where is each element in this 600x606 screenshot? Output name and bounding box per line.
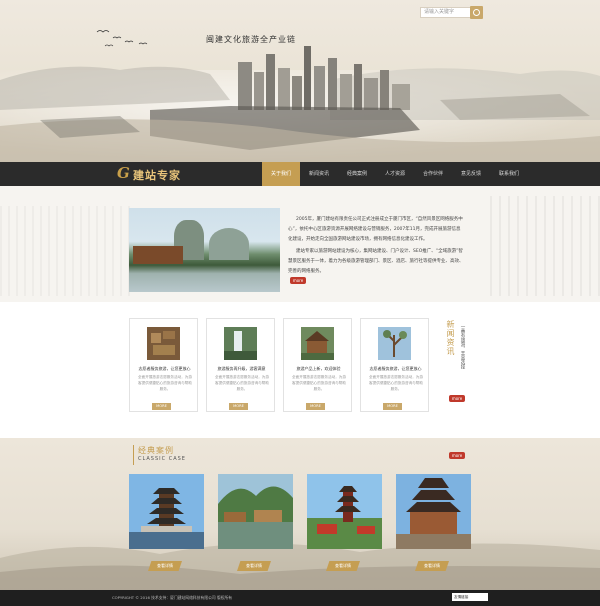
about-more-button[interactable]: more xyxy=(290,277,306,284)
header-banner: 请输入关键字 闽建文化旅游全产业链 xyxy=(0,0,600,162)
news-more-button[interactable]: MORE xyxy=(152,403,171,410)
case-detail-button[interactable]: 查看详情 xyxy=(326,561,360,571)
search-button[interactable] xyxy=(470,6,483,19)
nav-item-contact[interactable]: 联系我们 xyxy=(490,162,528,186)
photo-riverside-house xyxy=(133,246,183,264)
photo-mountain xyxy=(209,228,249,260)
case-more-link[interactable]: more xyxy=(449,452,465,459)
news-more-link[interactable]: more xyxy=(449,395,465,402)
news-card[interactable]: 志愿者服务旅游，让您更放心 全面开展旅游志愿服务活动，为游客提供便捷贴心的旅游咨… xyxy=(360,318,429,412)
news-thumbnail xyxy=(224,327,257,360)
city-skyline-illustration xyxy=(0,46,600,162)
news-more-button[interactable]: MORE xyxy=(383,403,402,410)
case-landscape-background xyxy=(0,543,600,590)
news-desc: 全面开展旅游志愿服务活动，为游客提供便捷贴心的旅游咨询与帮助服务。 xyxy=(292,375,346,391)
news-title[interactable]: 旅游产品上新，欢迎体验 xyxy=(288,366,349,372)
nav-item-partners[interactable]: 合作伙伴 xyxy=(414,162,452,186)
news-desc: 全面开展旅游志愿服务活动，为游客提供便捷贴心的旅游咨询与帮助服务。 xyxy=(138,375,192,391)
about-description: 2005年，厦门建站有限责任公司正式注册成立于厦门市区，“自然风景区网络服务中心… xyxy=(288,215,464,279)
building-sketch-left xyxy=(0,206,130,296)
nav-item-about[interactable]: 关于我们 xyxy=(262,162,300,186)
news-side-subtitle: 一番有旅游，丰富选择 xyxy=(460,324,465,369)
news-side-title: 新闻资讯 xyxy=(446,320,455,356)
news-thumbnail xyxy=(147,327,180,360)
news-card[interactable]: 旅游产品上新，欢迎体验 全面开展旅游志愿服务活动，为游客提供便捷贴心的旅游咨询与… xyxy=(283,318,352,412)
case-card-tower[interactable] xyxy=(307,474,382,549)
site-footer xyxy=(0,590,600,606)
building-sketch-right xyxy=(490,196,600,296)
news-card[interactable]: 旅游服务再升级，游客满意 全面开展旅游志愿服务活动，为游客提供便捷贴心的旅游咨询… xyxy=(206,318,275,412)
drum-tower-photo xyxy=(396,474,471,549)
about-landscape-photo xyxy=(129,208,280,292)
classic-case-section xyxy=(0,438,600,590)
case-detail-button[interactable]: 查看详情 xyxy=(415,561,449,571)
case-card-village[interactable] xyxy=(218,474,293,549)
village-photo xyxy=(218,474,293,549)
about-paragraph: 2005年，厦门建站有限责任公司正式注册成立于厦门市区，“自然风景区网络服务中心… xyxy=(288,217,463,242)
news-desc: 全面开展旅游志愿服务活动，为游客提供便捷贴心的旅游咨询与帮助服务。 xyxy=(215,375,269,391)
news-desc: 全面开展旅游志愿服务活动，为游客提供便捷贴心的旅游咨询与帮助服务。 xyxy=(369,375,423,391)
friend-link-select[interactable]: 友情链接 xyxy=(452,593,488,601)
news-more-button[interactable]: MORE xyxy=(306,403,325,410)
news-title[interactable]: 志愿者服务旅游，让您更放心 xyxy=(134,366,195,372)
tower-photo xyxy=(307,474,382,549)
news-title[interactable]: 志愿者服务旅游，让您更放心 xyxy=(365,366,426,372)
logo-letter: G xyxy=(117,164,130,182)
news-title[interactable]: 旅游服务再升级，游客满意 xyxy=(211,366,272,372)
case-card-drum-tower[interactable] xyxy=(396,474,471,549)
main-nav: 关于我们 新闻资讯 经典案例 人才资源 合作伙伴 意见反馈 联系我们 xyxy=(262,162,528,186)
case-title-en: CLASSIC CASE xyxy=(138,456,186,462)
news-card[interactable]: 志愿者服务旅游，让您更放心 全面开展旅游志愿服务活动，为游客提供便捷贴心的旅游咨… xyxy=(129,318,198,412)
case-card-pagoda[interactable] xyxy=(129,474,204,549)
news-thumbnail xyxy=(378,327,411,360)
nav-item-feedback[interactable]: 意见反馈 xyxy=(452,162,490,186)
case-title-cn: 经典案例 xyxy=(138,446,174,455)
footer-copyright: COPYRIGHT © 2016 技术支持：厦门建站网络科技有限公司 版权所有 xyxy=(112,595,233,600)
classic-case-heading: 经典案例 CLASSIC CASE xyxy=(133,445,203,465)
case-detail-button[interactable]: 查看详情 xyxy=(148,561,182,571)
nav-item-news[interactable]: 新闻资讯 xyxy=(300,162,338,186)
banner-slogan: 闽建文化旅游全产业链 xyxy=(206,35,296,44)
nav-item-cases[interactable]: 经典案例 xyxy=(338,162,376,186)
about-paragraph: 建站专家以旅游网站建设为核心，集网站建设、门户设计、SEO推广、“全域旅游”智慧… xyxy=(288,249,464,274)
search-input[interactable]: 请输入关键字 xyxy=(420,7,472,18)
nav-item-talent[interactable]: 人才资源 xyxy=(376,162,414,186)
pagoda-photo xyxy=(129,474,204,549)
news-thumbnail xyxy=(301,327,334,360)
case-detail-button[interactable]: 查看详情 xyxy=(237,561,271,571)
logo-text: 建站专家 xyxy=(133,169,181,182)
news-more-button[interactable]: MORE xyxy=(229,403,248,410)
site-logo[interactable]: G 建站专家 xyxy=(117,164,217,183)
